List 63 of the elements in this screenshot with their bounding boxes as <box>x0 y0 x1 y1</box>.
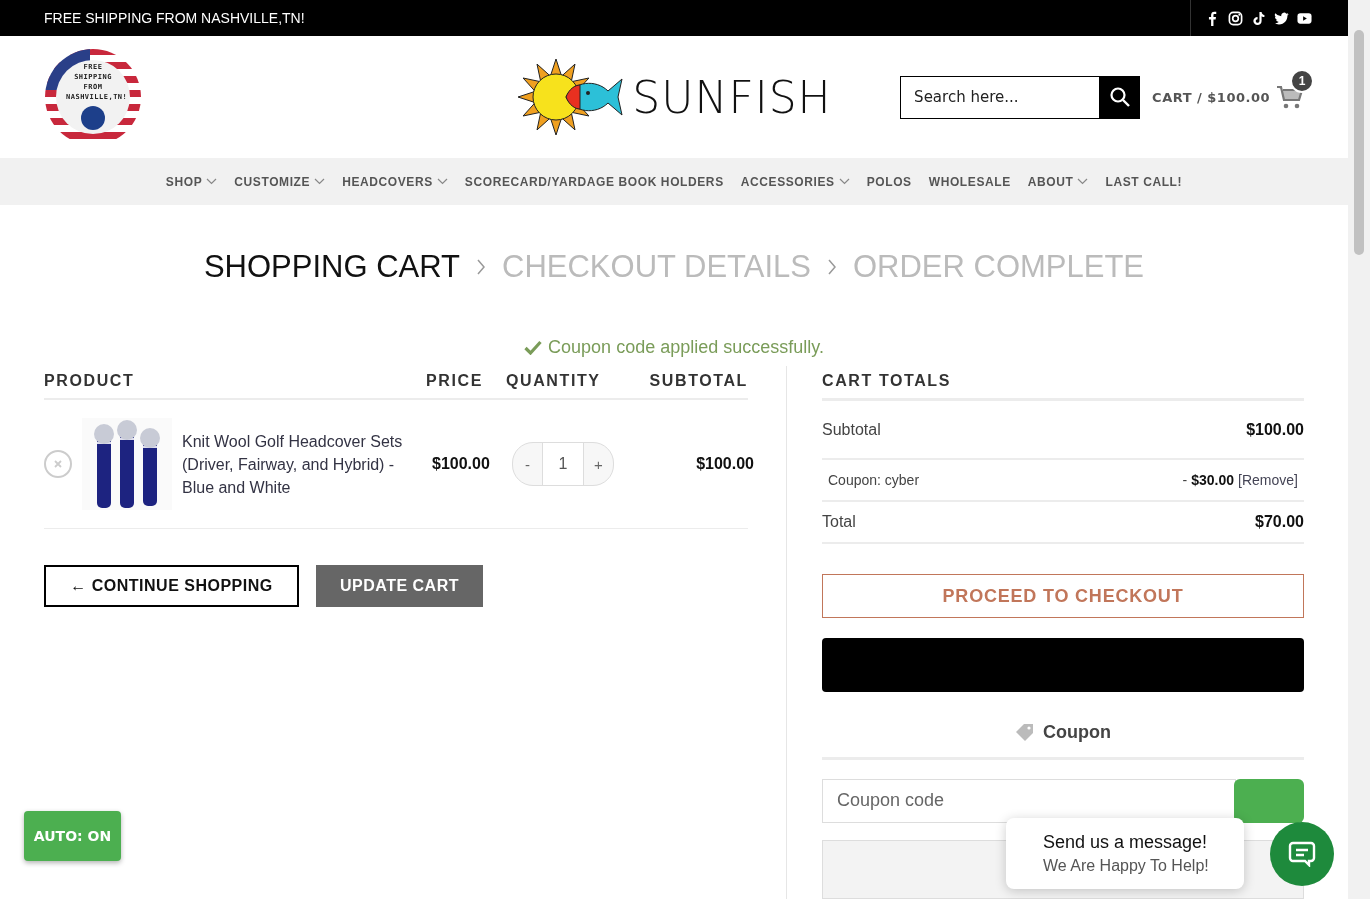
chat-title: Send us a message! <box>1043 832 1209 853</box>
decrease-button[interactable]: - <box>513 443 542 485</box>
increase-button[interactable]: + <box>584 443 613 485</box>
column-header: PRODUCT <box>44 372 136 390</box>
column-header: PRICE <box>426 372 484 390</box>
continue-shopping-button[interactable]: ← CONTINUE SHOPPING <box>44 565 299 607</box>
quantity-field[interactable]: 1 <box>542 443 584 485</box>
cart-icon[interactable] <box>1276 83 1304 111</box>
nav-item[interactable]: CUSTOMIZE <box>234 174 326 189</box>
chat-popup[interactable]: Send us a message! We Are Happy To Help! <box>1006 818 1244 889</box>
chat-subtitle: We Are Happy To Help! <box>1043 857 1210 875</box>
cart-count-badge: 1 <box>1290 69 1314 93</box>
nav-item[interactable]: WHOLESALE <box>928 174 1011 189</box>
coupon-amount: $30.00 <box>1191 472 1235 489</box>
quantity-stepper[interactable]: - 1 + <box>512 442 614 486</box>
total-value: $70.00 <box>1255 513 1304 532</box>
remove-coupon-link[interactable]: [Remove] <box>1238 472 1298 489</box>
cart-link[interactable]: CART / $100.00 <box>1152 89 1270 105</box>
instagram-icon[interactable] <box>1228 10 1243 26</box>
cart-totals-title: CART TOTALS <box>822 366 1304 401</box>
nav-item[interactable]: ACCESSORIES <box>740 174 850 189</box>
update-cart-button[interactable]: UPDATE CART <box>316 565 483 607</box>
total-label: Total <box>822 513 856 532</box>
chevron-icon <box>206 178 218 185</box>
nav-item[interactable]: POLOS <box>866 174 912 189</box>
chevron-icon <box>826 258 837 276</box>
proceed-to-checkout-button[interactable]: PROCEED TO CHECKOUT <box>822 574 1304 619</box>
column-header: QUANTITY <box>506 372 602 390</box>
close-icon <box>54 460 62 468</box>
nav-item[interactable]: HEADCOVERS <box>342 174 448 189</box>
nav-item[interactable]: LAST CALL! <box>1105 174 1183 189</box>
chevron-icon <box>314 178 326 185</box>
checkmark-icon <box>524 340 543 355</box>
product-price: $100.00 <box>432 455 491 473</box>
tag-icon <box>1015 723 1035 742</box>
scrollbar[interactable] <box>1348 0 1370 899</box>
coupon-heading: Coupon <box>1043 721 1111 743</box>
product-subtotal: $100.00 <box>695 455 754 473</box>
minus-sign: - <box>1182 472 1188 489</box>
nav-item[interactable]: SHOP <box>165 174 218 189</box>
chat-icon <box>1288 841 1316 867</box>
youtube-icon[interactable] <box>1297 10 1312 26</box>
product-name[interactable]: Knit Wool Golf Headcover Sets (Driver, Fairway, and Hybrid) - Blue and White <box>182 429 418 499</box>
coupon-field[interactable]: Coupon code <box>822 779 1236 823</box>
shipping-announcement: FREE SHIPPING FROM NASHVILLE,TN! <box>44 10 305 26</box>
chevron-icon <box>838 178 850 185</box>
chevron-icon <box>1077 178 1089 185</box>
checkout-step[interactable]: SHOPPING CART <box>203 249 461 285</box>
success-message: Coupon code applied successfully. <box>548 337 824 358</box>
chevron-icon <box>436 178 448 185</box>
column-header: SUBTOTAL <box>648 372 748 390</box>
coupon-label: Coupon: cyber <box>827 472 920 489</box>
search-button[interactable] <box>1099 75 1141 119</box>
subtotal-label: Subtotal <box>822 420 881 439</box>
tiktok-icon[interactable] <box>1251 10 1266 26</box>
subtotal-value: $100.00 <box>1246 420 1304 439</box>
brand-name: SUNFISH <box>632 71 832 123</box>
nav-item[interactable]: ABOUT <box>1027 174 1089 189</box>
search-icon <box>1109 87 1130 107</box>
chevron-icon <box>476 258 487 276</box>
nav-item[interactable]: SCORECARD/YARDAGE BOOK HOLDERS <box>464 174 724 189</box>
search-field[interactable]: Search here... <box>900 75 1100 119</box>
twitter-icon[interactable] <box>1274 10 1289 26</box>
